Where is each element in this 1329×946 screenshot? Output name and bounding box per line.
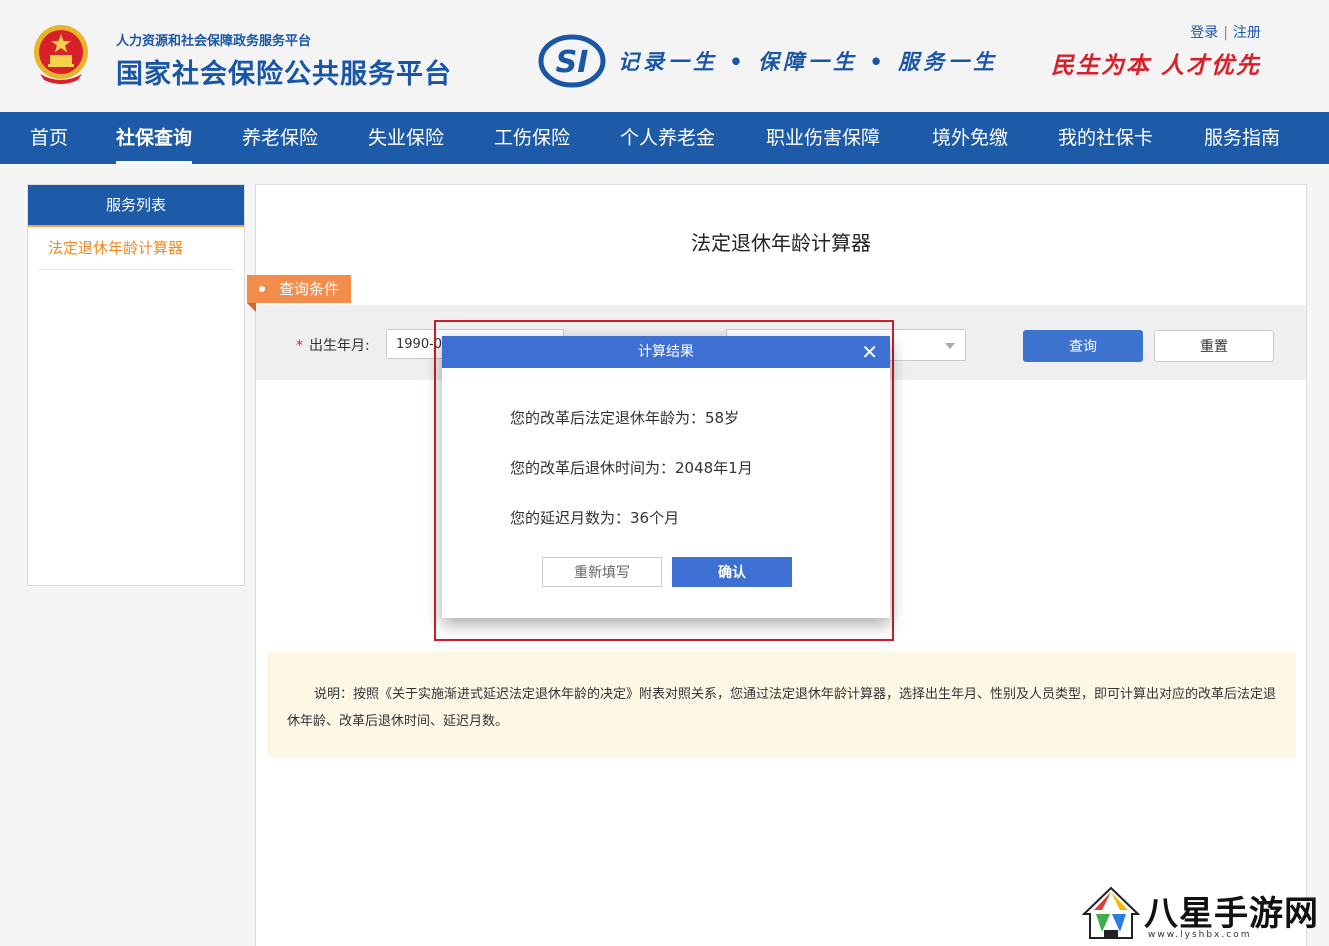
nav-item-social-query[interactable]: 社保查询 <box>116 112 193 164</box>
house-logo-icon <box>1082 886 1140 939</box>
service-sidebar: 服务列表 法定退休年龄计算器 <box>27 184 245 586</box>
result-retirement-time: 您的改革后退休时间为：2048年1月 <box>510 459 753 477</box>
motto: 民生为本 人才优先 <box>1050 52 1261 79</box>
close-icon[interactable]: ✕ <box>861 336 878 368</box>
nav-item-work-injury[interactable]: 工伤保险 <box>494 112 570 164</box>
chevron-down-icon <box>945 343 955 349</box>
refill-button[interactable]: 重新填写 <box>542 557 662 587</box>
svg-text:SI: SI <box>556 45 589 80</box>
explanation-note: 说明：按照《关于实施渐进式延迟法定退休年龄的决定》附表对照关系，您通过法定退休年… <box>267 652 1296 757</box>
header: 人力资源和社会保障政务服务平台 国家社会保险公共服务平台 SI 记录一生 • 保… <box>0 0 1329 112</box>
page-title: 法定退休年龄计算器 <box>691 231 871 255</box>
main-nav: 首页 社保查询 养老保险 失业保险 工伤保险 个人养老金 职业伤害保障 境外免缴… <box>0 112 1329 164</box>
birth-label: * 出生年月: <box>296 335 370 355</box>
platform-title: 国家社会保险公共服务平台 <box>116 59 452 90</box>
birth-label-text: 出生年月: <box>309 338 370 354</box>
watermark-url: www.lyshbx.com <box>1148 930 1252 940</box>
result-dialog: 计算结果 ✕ 您的改革后法定退休年龄为：58岁 您的改革后退休时间为：2048年… <box>442 336 890 618</box>
watermark-text: 八星手游网 <box>1144 894 1319 934</box>
login-link[interactable]: 登录 <box>1190 25 1218 41</box>
query-condition-tag: 查询条件 <box>247 275 352 312</box>
dialog-header: 计算结果 ✕ <box>442 336 890 368</box>
sidebar-title: 服务列表 <box>28 185 244 227</box>
sidebar-item-retirement-calculator[interactable]: 法定退休年龄计算器 <box>38 227 234 270</box>
reset-button[interactable]: 重置 <box>1154 330 1274 362</box>
nav-item-personal-pension[interactable]: 个人养老金 <box>620 112 715 164</box>
required-mark: * <box>296 338 303 354</box>
nav-item-my-card[interactable]: 我的社保卡 <box>1058 112 1153 164</box>
watermark: 八星手游网 www.lyshbx.com <box>1082 884 1322 942</box>
national-emblem-icon <box>34 25 88 84</box>
nav-item-occupational-injury[interactable]: 职业伤害保障 <box>766 112 880 164</box>
nav-item-pension[interactable]: 养老保险 <box>242 112 318 164</box>
dialog-title: 计算结果 <box>638 344 694 360</box>
query-button[interactable]: 查询 <box>1023 330 1143 362</box>
si-logo-icon: SI <box>538 34 606 88</box>
result-retirement-age: 您的改革后法定退休年龄为：58岁 <box>510 409 740 427</box>
auth-links: 登录 | 注册 <box>1190 22 1261 42</box>
nav-item-unemployment[interactable]: 失业保险 <box>368 112 444 164</box>
result-delay-months: 您的延迟月数为：36个月 <box>510 509 680 527</box>
nav-item-home[interactable]: 首页 <box>30 112 68 164</box>
slogan: 记录一生 • 保障一生 • 服务一生 <box>618 49 999 74</box>
nav-item-overseas-exemption[interactable]: 境外免缴 <box>932 112 1008 164</box>
confirm-button[interactable]: 确认 <box>672 557 792 587</box>
register-link[interactable]: 注册 <box>1233 25 1261 41</box>
auth-separator: | <box>1223 25 1228 41</box>
platform-subtitle: 人力资源和社会保障政务服务平台 <box>116 34 312 49</box>
nav-item-service-guide[interactable]: 服务指南 <box>1204 112 1280 164</box>
